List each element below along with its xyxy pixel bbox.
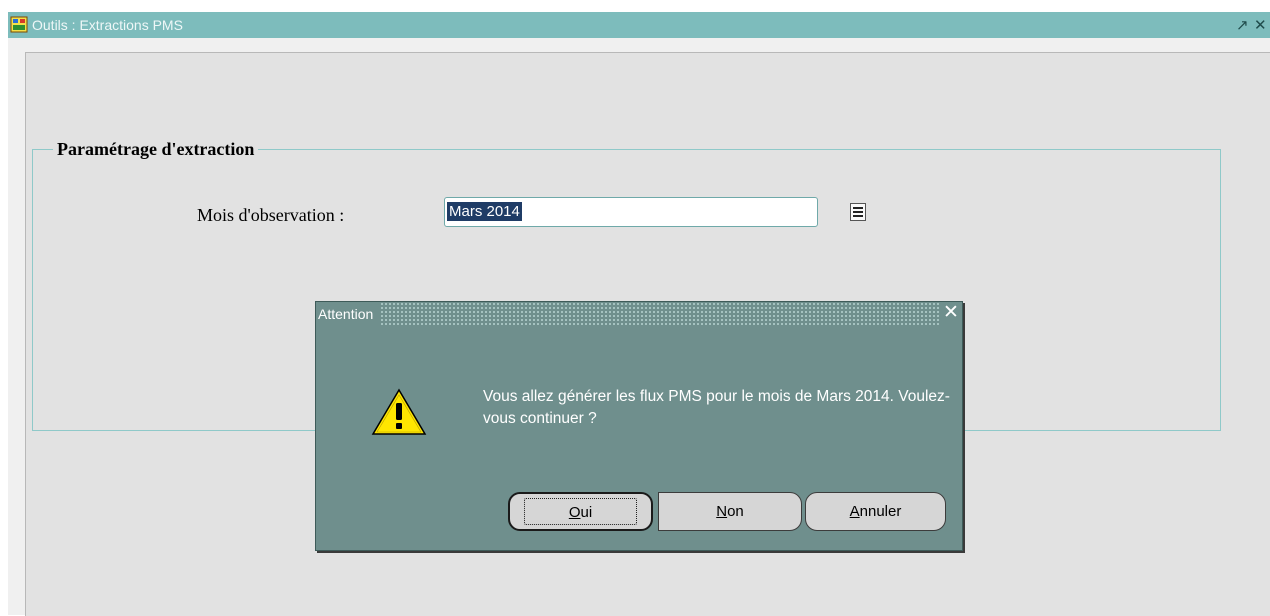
cancel-button[interactable]: Annuler <box>805 492 946 531</box>
window-title: Outils : Extractions PMS <box>32 17 183 33</box>
window-titlebar[interactable]: Outils : Extractions PMS ↗ ✕ <box>8 12 1270 38</box>
app-icon <box>10 16 28 33</box>
focus-ring <box>524 498 637 525</box>
dialog-message: Vous allez générer les flux PMS pour le … <box>483 388 950 427</box>
no-mnemonic: N <box>716 503 728 520</box>
cancel-label: nnuler <box>859 503 902 520</box>
list-icon <box>853 207 863 209</box>
no-button[interactable]: Non <box>658 492 802 531</box>
month-input[interactable]: Mars 2014 <box>444 197 818 227</box>
yes-button[interactable]: Oui <box>508 492 653 531</box>
month-input-value: Mars 2014 <box>447 202 522 221</box>
close-icon[interactable]: ✕ <box>1254 16 1267 34</box>
month-label: Mois d'observation : <box>197 205 345 225</box>
extraction-window: Outils : Extractions PMS ↗ ✕ Paramétrage… <box>8 12 1270 616</box>
no-label: on <box>727 503 744 520</box>
dialog-title: Attention <box>316 302 380 326</box>
warning-icon <box>371 388 427 435</box>
dialog-close-icon[interactable]: ✕ <box>940 302 962 326</box>
frame-title: Paramétrage d'extraction <box>57 139 255 159</box>
list-of-values-button[interactable] <box>850 203 866 221</box>
restore-icon[interactable]: ↗ <box>1236 16 1249 34</box>
cancel-mnemonic: A <box>849 503 860 520</box>
dialog-titlebar[interactable]: Attention ✕ <box>316 302 962 326</box>
attention-dialog: Attention ✕ Vous allez générer les flux … <box>315 301 963 551</box>
